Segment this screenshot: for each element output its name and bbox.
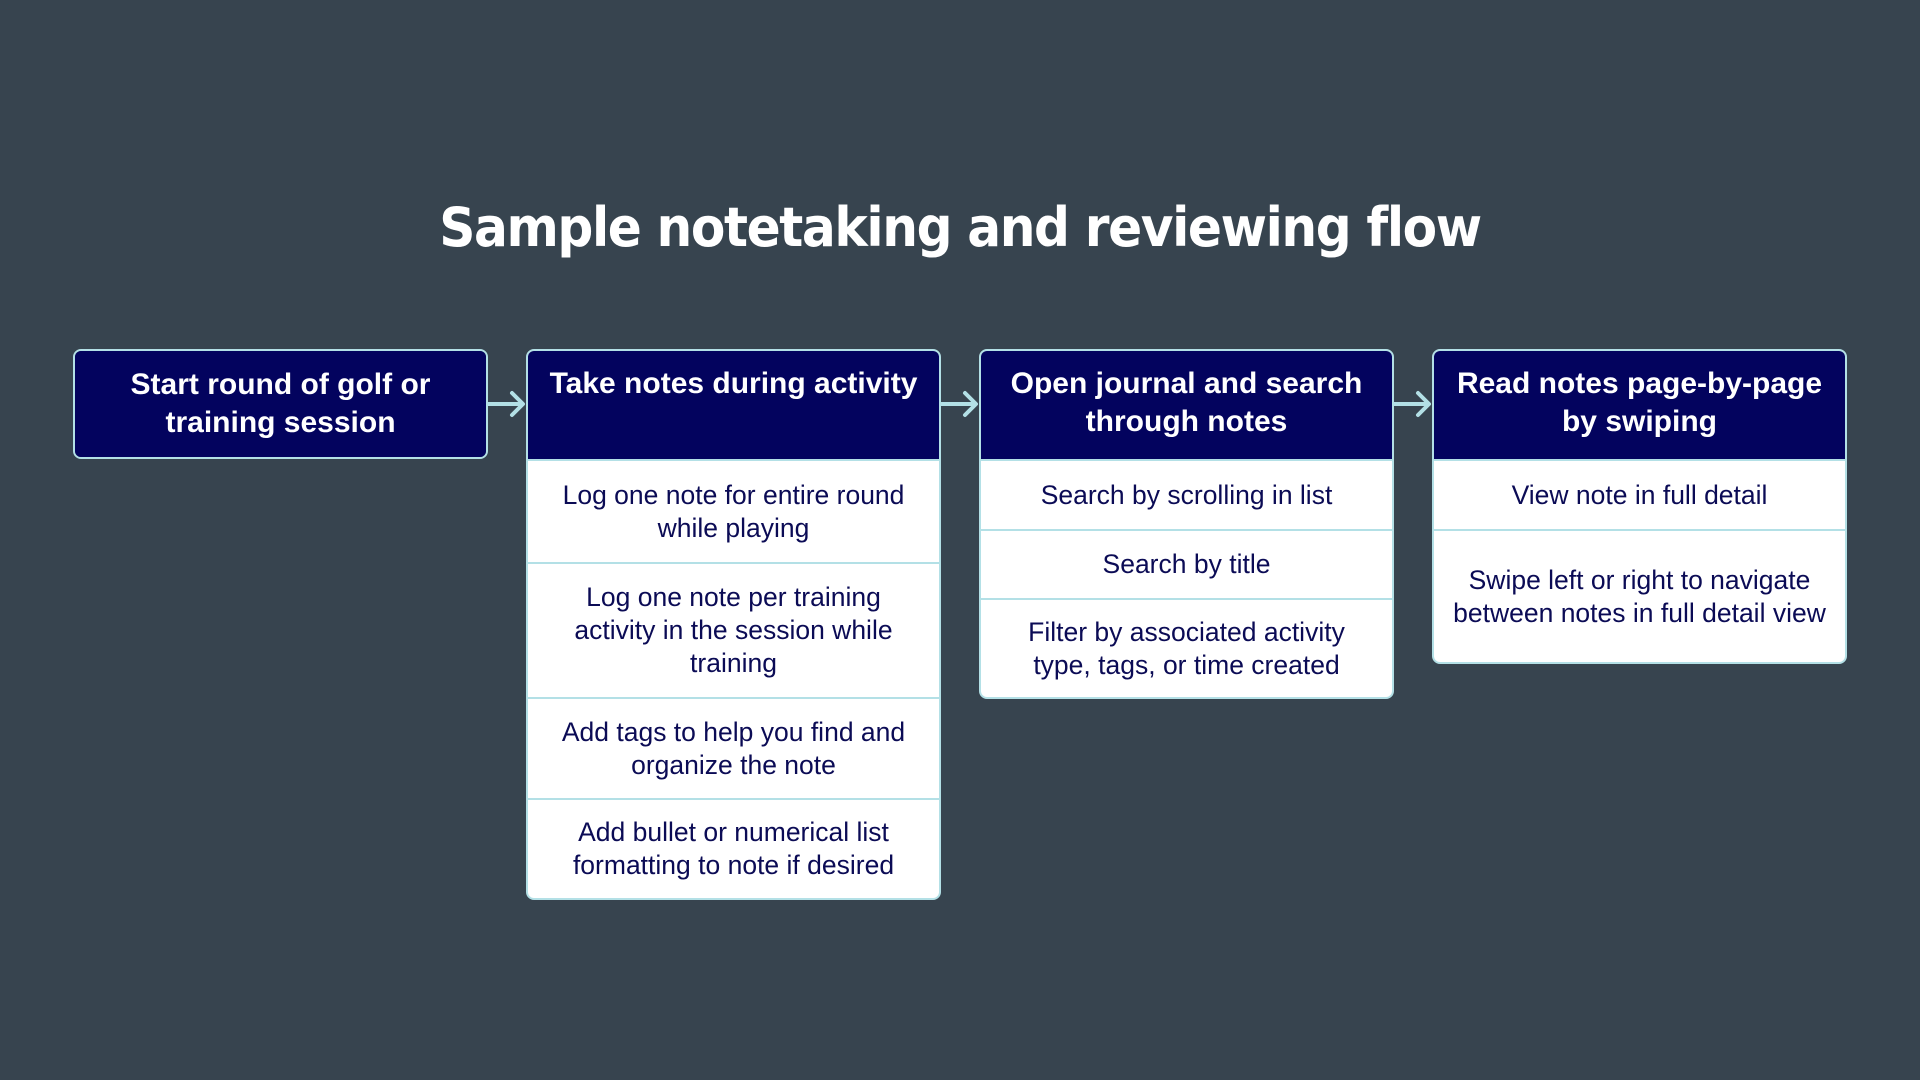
arrow-right-icon bbox=[941, 391, 978, 417]
step-item: Add bullet or numerical list formatting … bbox=[572, 817, 895, 880]
step-item: Swipe left or right to navigate between … bbox=[1453, 564, 1826, 628]
flow-step-search-journal: Open journal and search through notes Se… bbox=[979, 349, 1394, 699]
step-header: Start round of golf or training session bbox=[75, 351, 486, 457]
flow-step-take-notes: Take notes during activity Log one note … bbox=[526, 349, 941, 900]
diagram-title: Sample notetaking and reviewing flow bbox=[439, 196, 1482, 259]
step-item: Search by scrolling in list bbox=[981, 461, 1392, 531]
flow-step-read-notes: Read notes page-by-page by swiping View … bbox=[1432, 349, 1847, 664]
step-header: Take notes during activity bbox=[528, 351, 939, 461]
step-item: Filter by associated activity type, tags… bbox=[1028, 616, 1345, 680]
step-header: Open journal and search through notes bbox=[981, 351, 1392, 461]
arrow-right-icon bbox=[488, 391, 525, 417]
step-item: View note in full detail bbox=[1434, 461, 1845, 531]
step-item: Add tags to help you find and organize t… bbox=[528, 699, 939, 800]
step-item: Search by title bbox=[981, 531, 1392, 600]
step-item: Log one note per training activity in th… bbox=[528, 564, 939, 699]
flow-step-start-session: Start round of golf or training session bbox=[73, 349, 488, 459]
arrow-right-icon bbox=[1394, 391, 1431, 417]
step-header: Read notes page-by-page by swiping bbox=[1434, 351, 1845, 461]
step-item: Log one note for entire round while play… bbox=[528, 461, 939, 564]
